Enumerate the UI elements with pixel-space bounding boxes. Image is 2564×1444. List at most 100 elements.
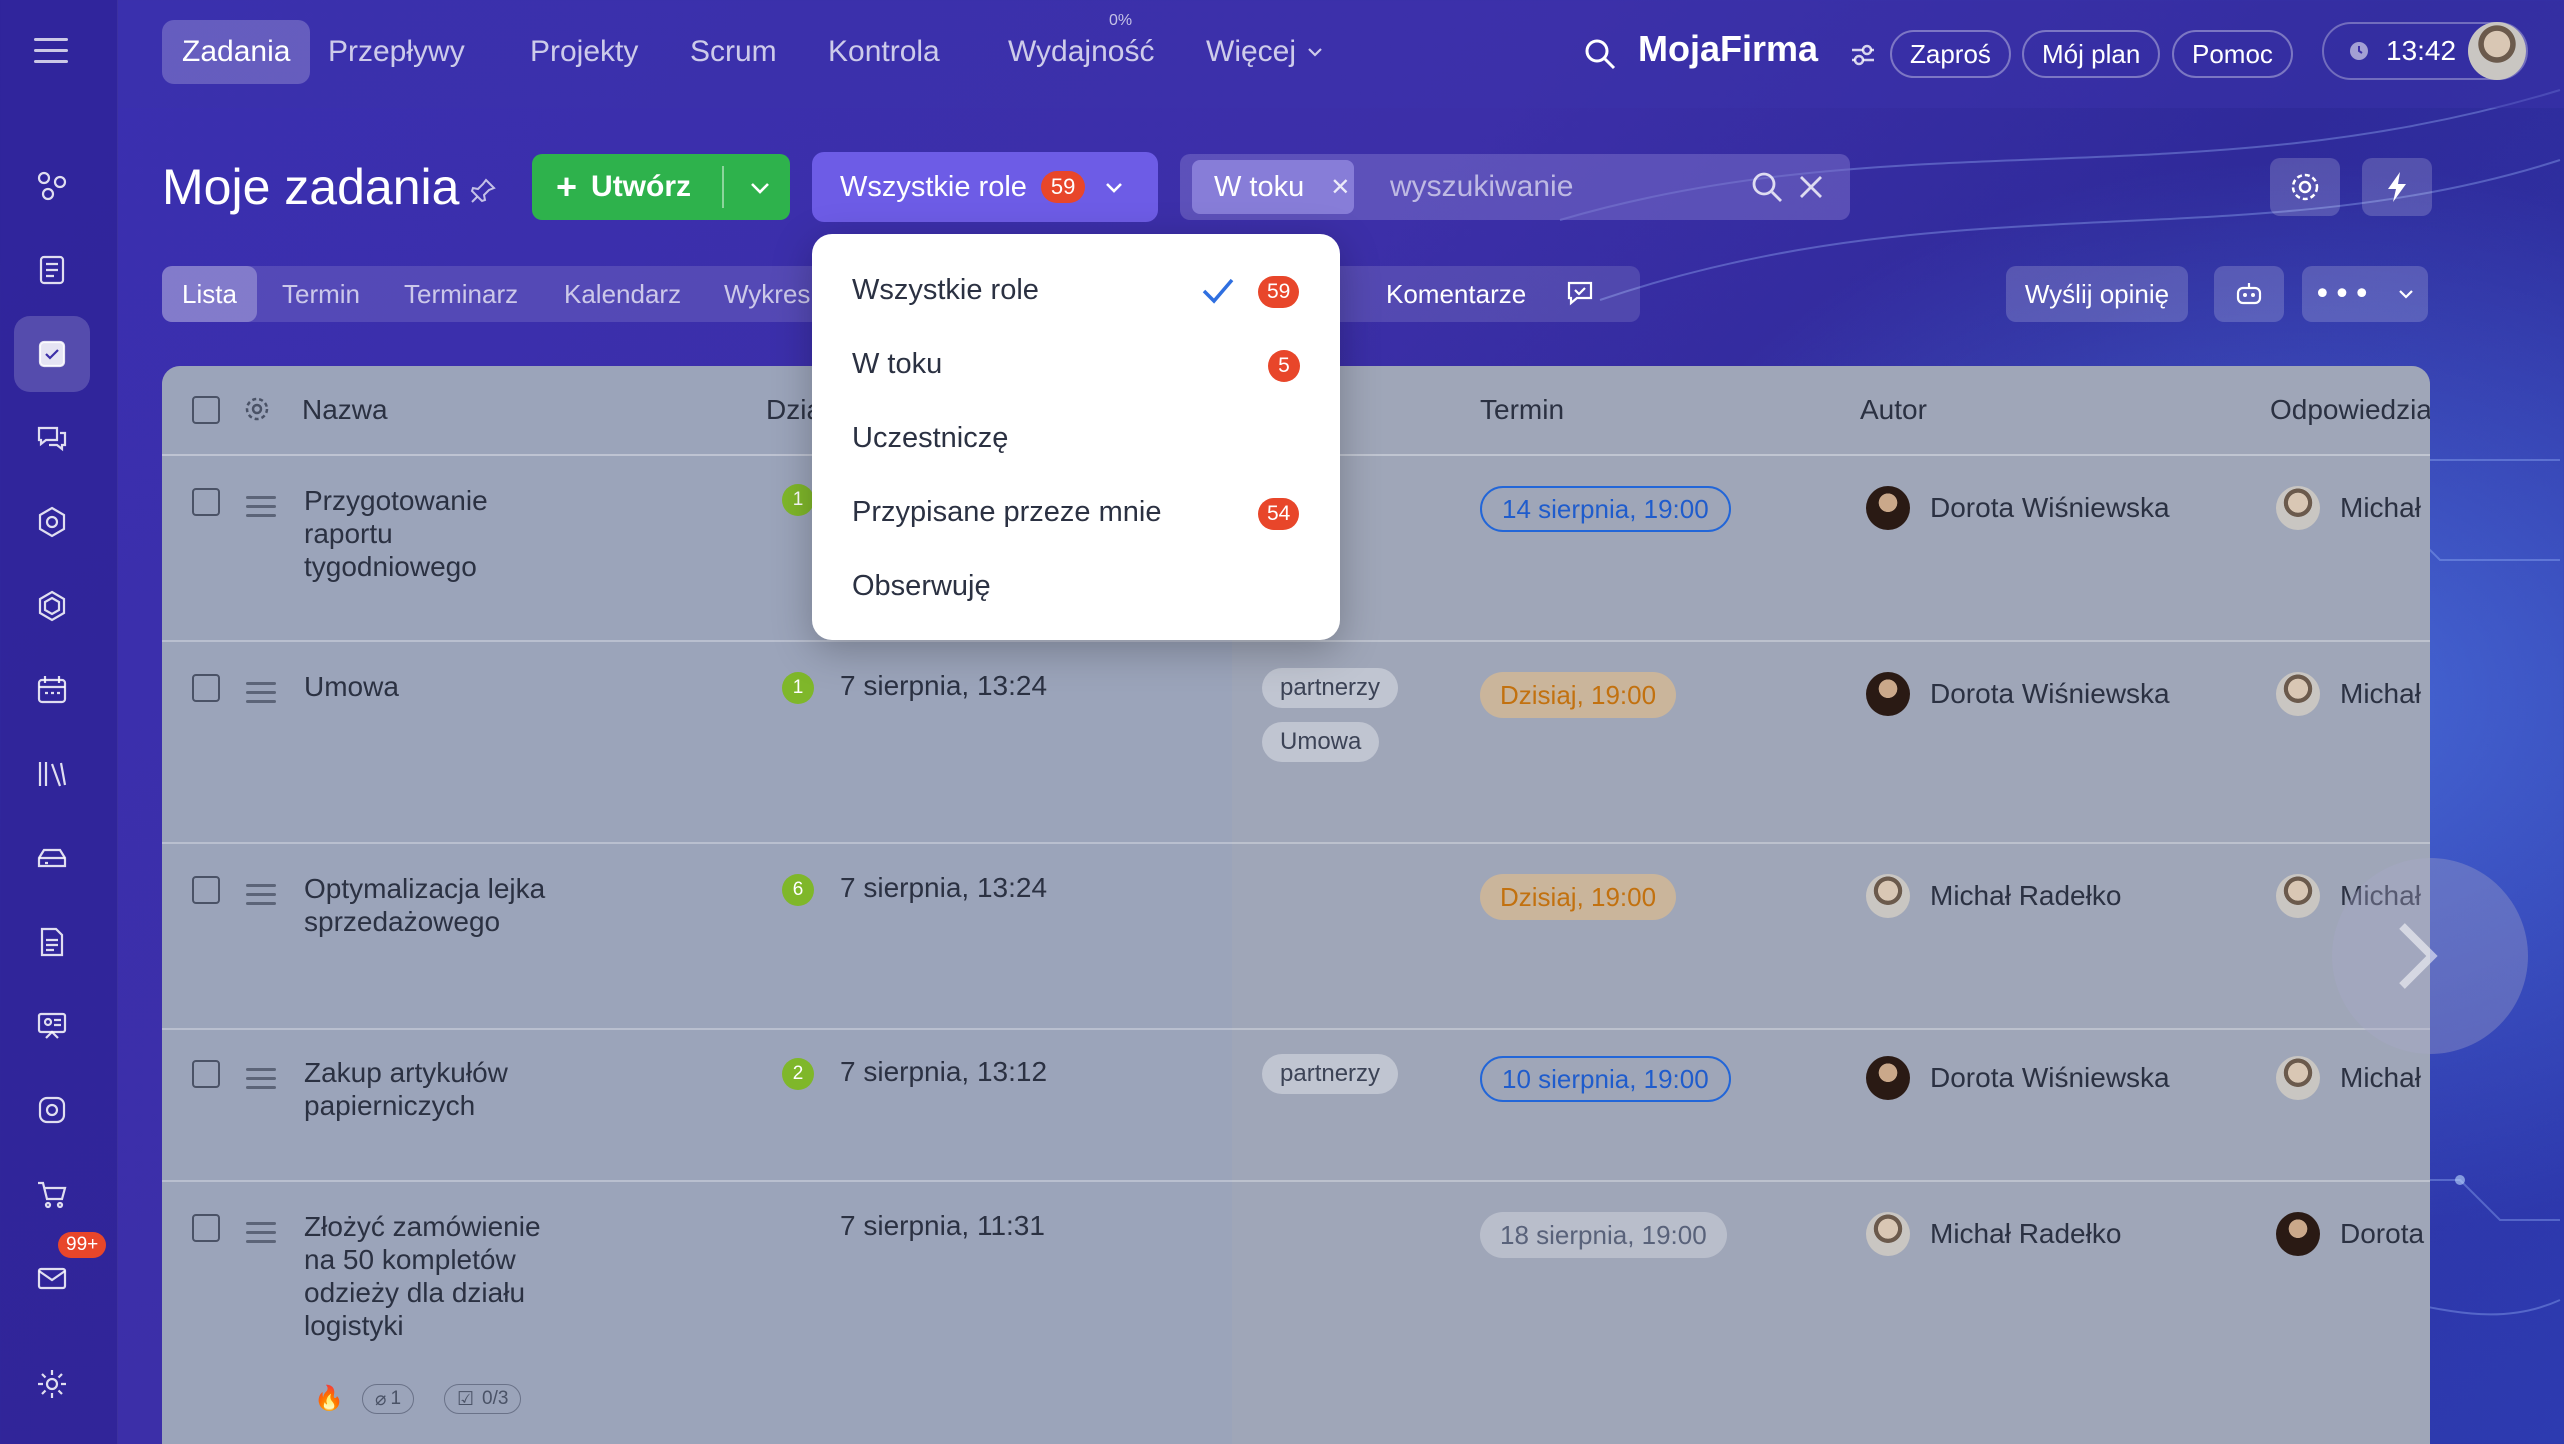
tab-lista[interactable]: Lista — [162, 266, 257, 322]
search-icon[interactable] — [1582, 36, 1618, 72]
chevron-down-icon[interactable] — [746, 174, 774, 202]
checklist-badge[interactable]: ☑ 0/3 — [444, 1384, 522, 1414]
author[interactable]: Dorota Wiśniewska — [1866, 672, 2170, 716]
sidebar-item-crm[interactable] — [14, 484, 90, 560]
table-row[interactable]: Optymalizacja lejka sprzedażowego 6 7 si… — [162, 846, 2430, 1030]
sidebar-item-automation[interactable] — [14, 568, 90, 644]
nav-tab-wydajnosc[interactable]: Wydajność — [988, 20, 1174, 84]
nav-tab-wiecej[interactable]: Więcej — [1186, 20, 1346, 84]
sliders-icon[interactable] — [1848, 40, 1878, 70]
row-checkbox[interactable] — [192, 876, 220, 904]
tab-terminarz[interactable]: Terminarz — [384, 266, 538, 322]
comments-label: Komentarze — [1386, 278, 1527, 309]
deadline-badge[interactable]: 14 sierpnia, 19:00 — [1480, 486, 1731, 532]
column-header-deadline[interactable]: Termin — [1480, 394, 1564, 426]
tag[interactable]: partnerzy — [1262, 668, 1399, 708]
task-name[interactable]: Przygotowanie raportu tygodniowego — [304, 484, 564, 583]
drag-handle-icon[interactable] — [246, 1222, 276, 1249]
table-row[interactable]: Złożyć zamówienie na 50 kompletów odzież… — [162, 1184, 2430, 1444]
dropdown-item-all-roles[interactable]: Wszystkie role — [852, 274, 1039, 307]
create-button[interactable]: + Utwórz — [532, 154, 790, 220]
scroll-right-button[interactable] — [2332, 858, 2528, 1054]
drag-handle-icon[interactable] — [246, 884, 276, 911]
tab-termin[interactable]: Termin — [262, 266, 380, 322]
user-avatar[interactable] — [2468, 22, 2526, 80]
nav-tab-scrum[interactable]: Scrum — [670, 20, 797, 84]
sidebar-item-calendar[interactable] — [14, 652, 90, 728]
send-feedback-button[interactable]: Wyślij opinię — [2006, 266, 2188, 322]
sidebar-item-reports[interactable] — [14, 904, 90, 980]
responsible[interactable]: Michał — [2276, 486, 2421, 530]
task-name[interactable]: Zakup artykułów papierniczych — [304, 1056, 564, 1122]
sidebar-item-feed[interactable] — [14, 148, 90, 224]
responsible[interactable]: Michał — [2276, 1056, 2421, 1100]
filter-chip-in-progress[interactable]: W toku ✕ — [1192, 160, 1354, 214]
author[interactable]: Dorota Wiśniewska — [1866, 486, 2170, 530]
row-checkbox[interactable] — [192, 1214, 220, 1242]
nav-tab-projekty[interactable]: Projekty — [510, 20, 658, 84]
close-icon[interactable]: ✕ — [1330, 173, 1350, 202]
sidebar-item-inventory[interactable] — [14, 820, 90, 896]
dropdown-item-in-progress[interactable]: W toku — [852, 348, 942, 381]
row-checkbox[interactable] — [192, 488, 220, 516]
settings-button[interactable] — [2270, 158, 2340, 216]
drag-handle-icon[interactable] — [246, 1068, 276, 1095]
clear-icon[interactable] — [1796, 172, 1826, 202]
pin-icon[interactable] — [468, 176, 498, 206]
sidebar-item-knowledge[interactable] — [14, 736, 90, 812]
sidebar-item-shop[interactable] — [14, 1156, 90, 1232]
sidebar-item-training[interactable] — [14, 988, 90, 1064]
table-row[interactable]: Zakup artykułów papierniczych 2 7 sierpn… — [162, 1032, 2430, 1182]
deadline-badge[interactable]: Dzisiaj, 19:00 — [1480, 672, 1677, 718]
roles-filter-button[interactable]: Wszystkie role 59 — [812, 152, 1158, 222]
menu-icon[interactable] — [34, 38, 68, 64]
tag[interactable]: partnerzy — [1262, 1054, 1399, 1094]
tag[interactable]: Umowa — [1262, 722, 1380, 762]
my-plan-button[interactable]: Mój plan — [2022, 30, 2161, 78]
search-icon[interactable] — [1750, 170, 1784, 204]
roles-dropdown: Wszystkie role 59 W toku 5 Uczestniczę P… — [812, 234, 1340, 640]
responsible[interactable]: Michał — [2276, 672, 2421, 716]
table-row[interactable]: Umowa 1 7 sierpnia, 13:24 partnerzy Umow… — [162, 644, 2430, 844]
automation-button[interactable] — [2362, 158, 2432, 216]
sidebar-item-documents[interactable] — [14, 232, 90, 308]
deadline-badge[interactable]: 18 sierpnia, 19:00 — [1480, 1212, 1727, 1258]
dropdown-item-assigned-by-me[interactable]: Przypisane przeze mnie — [852, 496, 1161, 529]
deadline-badge[interactable]: Dzisiaj, 19:00 — [1480, 874, 1677, 920]
attachments-badge[interactable]: ⌀ 1 — [362, 1384, 415, 1414]
drag-handle-icon[interactable] — [246, 682, 276, 709]
robot-button[interactable] — [2214, 266, 2284, 322]
more-options-button[interactable]: ••• — [2302, 266, 2428, 322]
search-input[interactable] — [1390, 160, 1730, 214]
sidebar-item-tasks[interactable] — [14, 316, 90, 392]
nav-tab-przeplywy[interactable]: Przepływy — [308, 20, 485, 84]
sidebar-item-mail[interactable]: 99+ — [14, 1232, 107, 1316]
sidebar-item-sites[interactable] — [14, 1072, 90, 1148]
invite-button[interactable]: Zaproś — [1890, 30, 2011, 78]
column-header-name[interactable]: Nazwa — [302, 394, 388, 426]
nav-tab-zadania[interactable]: Zadania — [162, 20, 311, 84]
row-checkbox[interactable] — [192, 1060, 220, 1088]
row-checkbox[interactable] — [192, 674, 220, 702]
nav-tab-kontrola[interactable]: Kontrola — [808, 20, 960, 84]
select-all-checkbox[interactable] — [192, 396, 220, 424]
gear-icon[interactable] — [242, 394, 272, 424]
tab-kalendarz[interactable]: Kalendarz — [544, 266, 701, 322]
task-name[interactable]: Optymalizacja lejka sprzedażowego — [304, 872, 564, 938]
task-name[interactable]: Złożyć zamówienie na 50 kompletów odzież… — [304, 1210, 564, 1342]
drag-handle-icon[interactable] — [246, 496, 276, 523]
dropdown-item-participating[interactable]: Uczestniczę — [852, 422, 1008, 455]
sidebar-item-settings[interactable] — [14, 1346, 90, 1422]
column-header-author[interactable]: Autor — [1860, 394, 1927, 426]
author[interactable]: Michał Radełko — [1866, 874, 2121, 918]
responsible[interactable]: Dorota — [2276, 1212, 2424, 1256]
sidebar-item-chat[interactable] — [14, 400, 90, 476]
author[interactable]: Michał Radełko — [1866, 1212, 2121, 1256]
author[interactable]: Dorota Wiśniewska — [1866, 1056, 2170, 1100]
dropdown-item-watching[interactable]: Obserwuję — [852, 570, 991, 603]
task-name[interactable]: Umowa — [304, 670, 564, 703]
column-header-responsible[interactable]: Odpowiedzia — [2270, 394, 2430, 426]
comments-filter[interactable]: Komentarze — [1340, 266, 1640, 322]
deadline-badge[interactable]: 10 sierpnia, 19:00 — [1480, 1056, 1731, 1102]
help-button[interactable]: Pomoc — [2172, 30, 2293, 78]
